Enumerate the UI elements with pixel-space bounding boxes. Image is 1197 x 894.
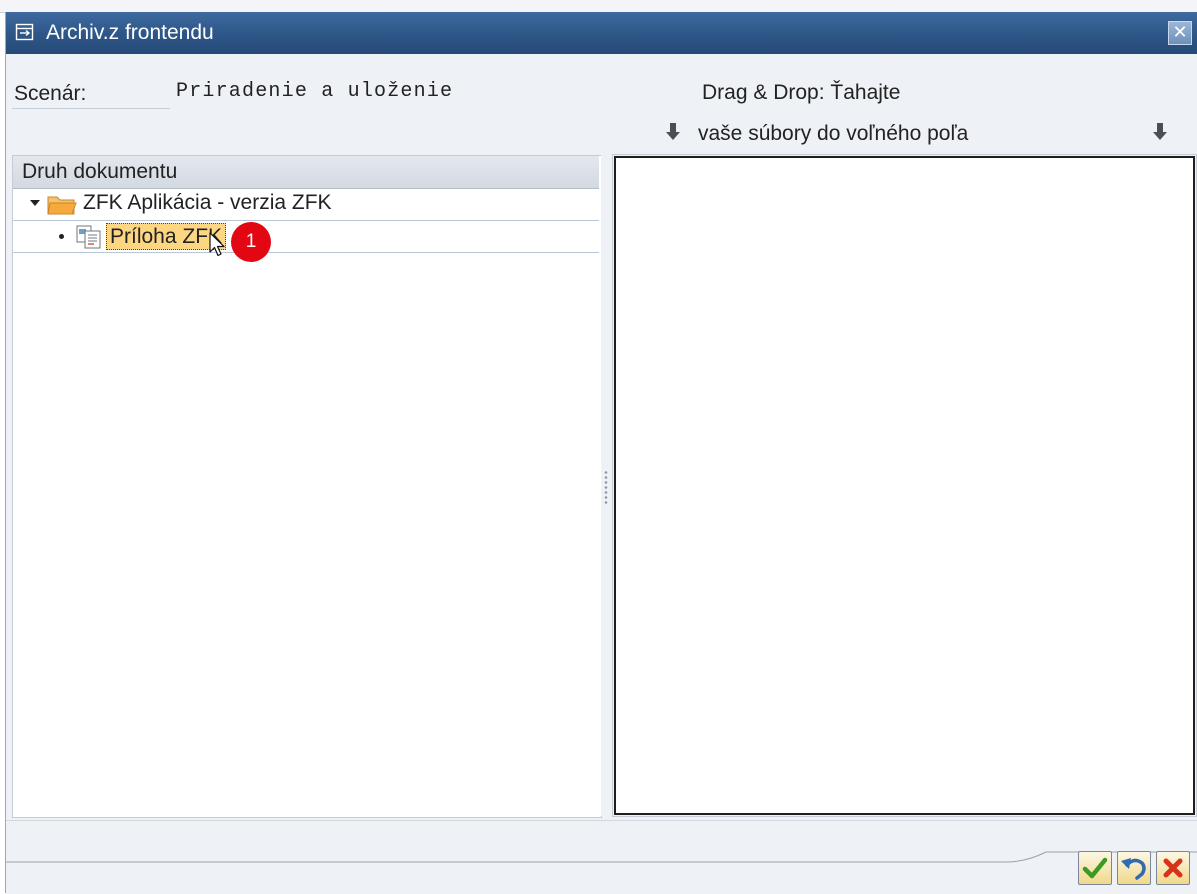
footer-separator: [6, 851, 1197, 863]
background-text-fragment: ─────────────────: [396, 0, 539, 7]
cancel-x-icon: [1163, 858, 1183, 878]
document-type-tree: Druh dokumentu ZFK Aplikácia - verzia ZF…: [12, 155, 602, 818]
tree-header-label: Druh dokumentu: [22, 160, 178, 183]
close-icon: ✕: [1172, 22, 1188, 43]
archive-dialog: Archiv.z frontendu ✕ Scenár: Priradenie …: [5, 12, 1197, 894]
scenario-label: Scenár:: [14, 82, 87, 105]
scenario-value: Priradenie a uloženie: [176, 80, 454, 103]
window-menu-icon[interactable]: [15, 22, 35, 42]
undo-icon: [1121, 858, 1146, 880]
tree-folder-label: ZFK Aplikácia - verzia ZFK: [83, 191, 332, 214]
close-button[interactable]: ✕: [1168, 21, 1192, 45]
open-folder-icon: [47, 196, 77, 215]
splitter-grip-icon[interactable]: [604, 470, 608, 504]
tree-item-row[interactable]: Príloha ZFK 1: [13, 221, 599, 262]
dialog-titlebar: Archiv.z frontendu ✕: [6, 12, 1197, 54]
document-type-icon: [76, 225, 101, 249]
panel-splitter[interactable]: [601, 155, 613, 816]
step-number-badge: 1: [231, 222, 271, 262]
drag-drop-instruction-line1: Drag & Drop: Ťahajte: [702, 81, 901, 104]
confirm-button[interactable]: [1078, 851, 1112, 885]
checkmark-icon: [1082, 857, 1108, 879]
mouse-cursor-icon: [209, 232, 225, 257]
background-text-fragment: ──────────────: [8, 0, 126, 7]
drag-drop-instruction-line2: vaše súbory do voľného poľa: [698, 122, 969, 145]
down-arrow-icon: [1153, 123, 1167, 140]
tree-column-header[interactable]: Druh dokumentu: [13, 156, 599, 189]
file-drop-zone[interactable]: [612, 154, 1197, 817]
collapse-triangle-icon[interactable]: [30, 200, 40, 206]
tree-leaf-bullet: [59, 234, 64, 239]
undo-button[interactable]: [1117, 851, 1151, 885]
tree-folder-row[interactable]: ZFK Aplikácia - verzia ZFK: [13, 189, 599, 221]
dialog-title: Archiv.z frontendu: [46, 21, 214, 44]
down-arrow-icon: [666, 123, 680, 140]
dialog-footer: [6, 820, 1197, 894]
scenario-label-underline: [12, 108, 170, 109]
cancel-button[interactable]: [1156, 851, 1190, 885]
